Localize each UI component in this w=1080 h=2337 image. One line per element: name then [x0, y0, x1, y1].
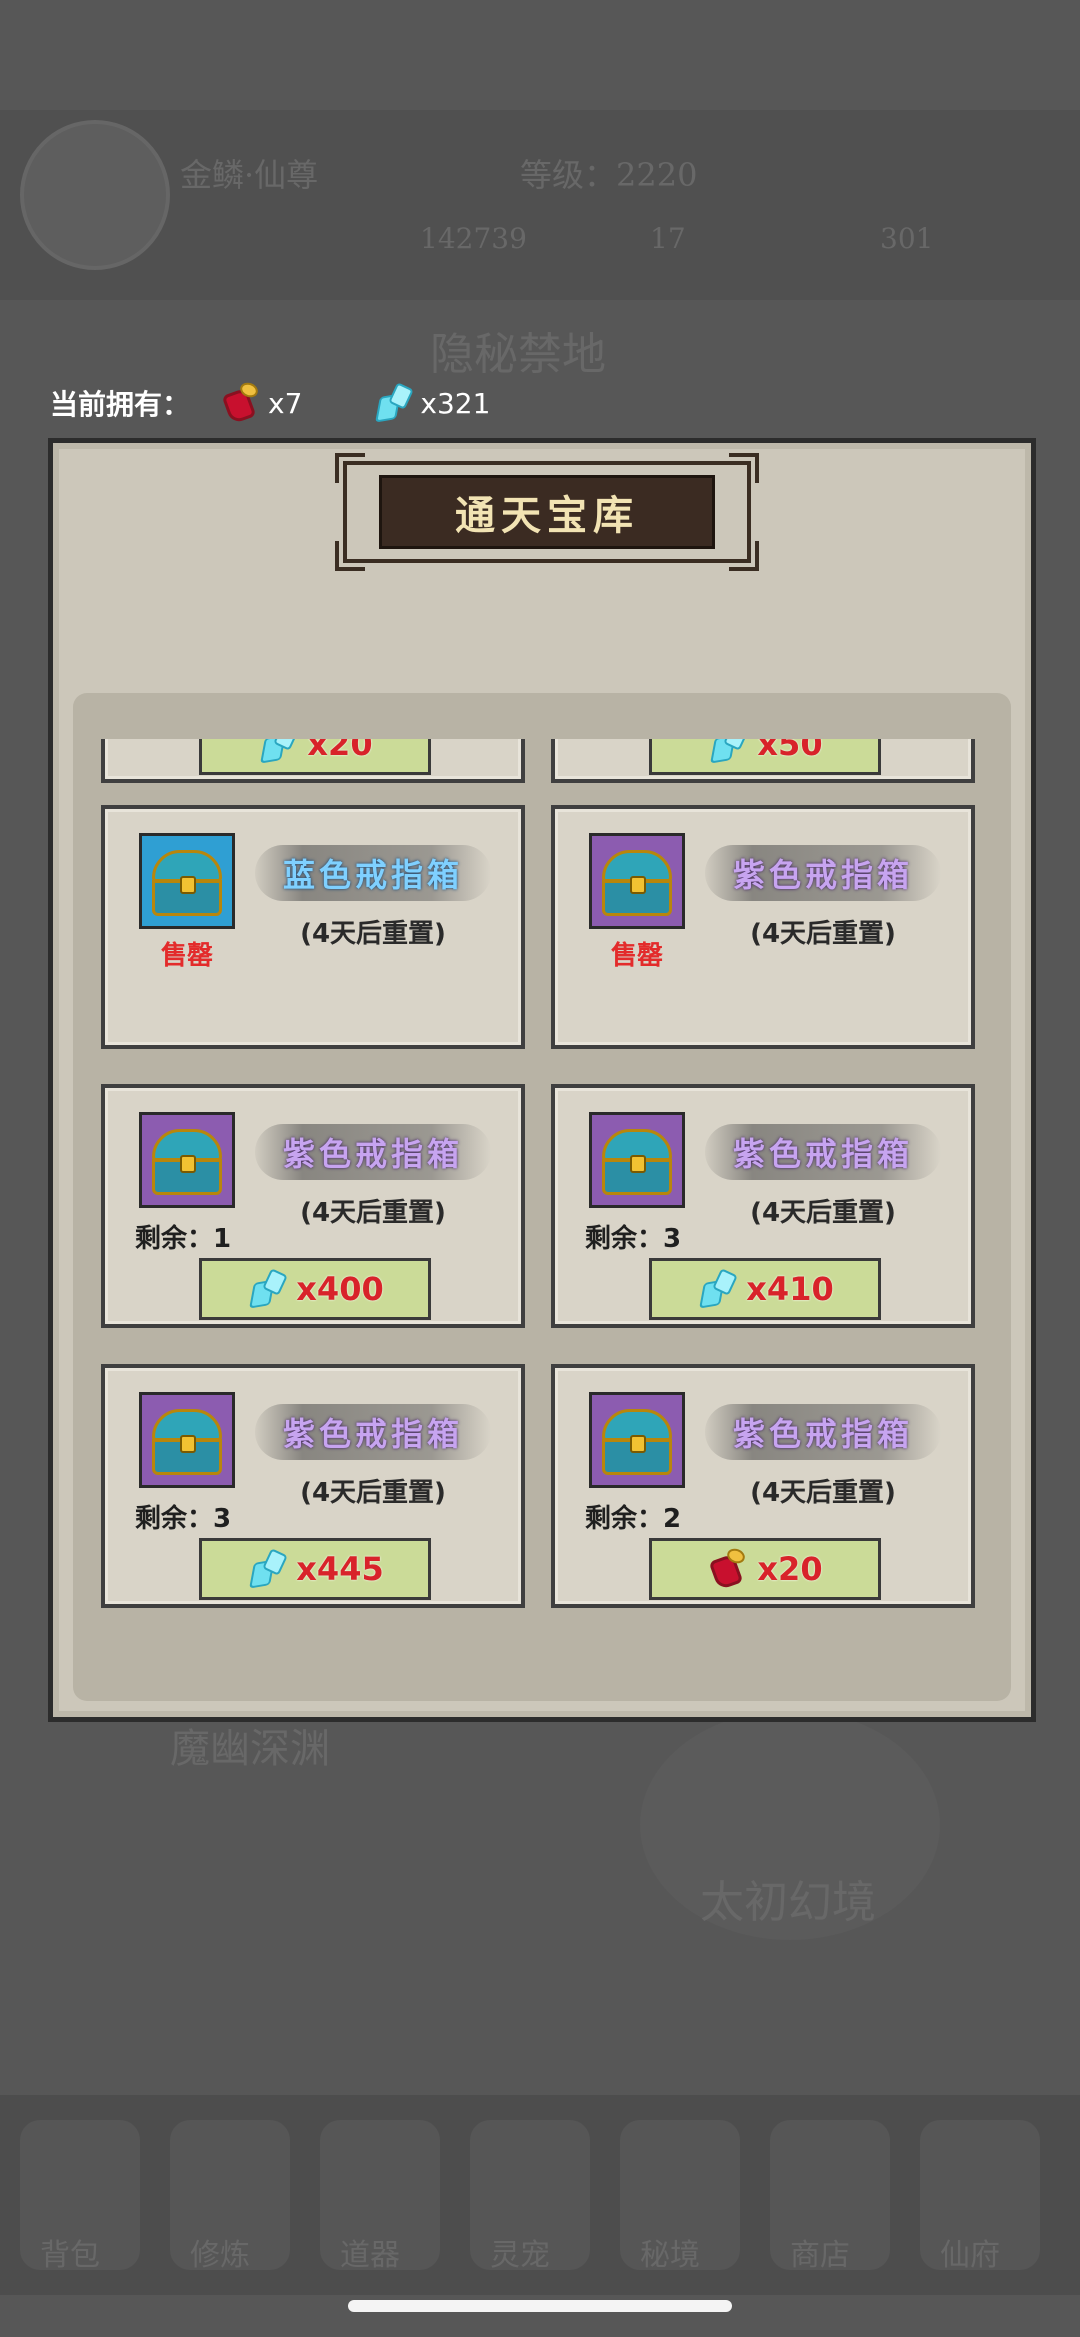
- item-name-band: 紫色戒指箱: [255, 1404, 491, 1460]
- shop-item-card[interactable]: 紫色戒指箱 (4天后重置) 剩余：1 x400: [101, 1084, 525, 1328]
- crystal-icon: [257, 739, 301, 766]
- crystal-icon: [246, 1547, 290, 1591]
- gem-amount: x321: [420, 386, 491, 420]
- owned-label: 当前拥有：: [50, 388, 191, 421]
- buy-button[interactable]: x400: [199, 1258, 431, 1320]
- shop-item-card: x20: [101, 739, 525, 783]
- bottom-tab-label: 秘境: [640, 2238, 700, 2273]
- remaining-count: 剩余：3: [585, 1224, 682, 1254]
- treasure-chest-icon: [589, 1392, 685, 1488]
- crystal-icon: [372, 381, 416, 425]
- home-indicator[interactable]: [348, 2300, 732, 2312]
- bottom-tab-label: 仙府: [940, 2238, 1000, 2273]
- crystal-icon: [707, 739, 751, 766]
- player-avatar: [20, 120, 170, 270]
- shop-list-viewport[interactable]: x20 x50 蓝色戒指箱 (4天后重置) 售罄 紫色戒指箱 (4天后重置) 售…: [73, 739, 1011, 1701]
- buy-button[interactable]: x445: [199, 1538, 431, 1600]
- price-value: x400: [296, 1270, 384, 1308]
- area-title: 隐秘禁地: [430, 329, 606, 380]
- crystal-icon: [696, 1267, 740, 1311]
- shop-item-card[interactable]: 紫色戒指箱 (4天后重置) 剩余：3 x445: [101, 1364, 525, 1608]
- stat-2: 17: [650, 222, 686, 255]
- owned-currencies: 当前拥有： x7 x321: [50, 378, 560, 428]
- item-name-band: 紫色戒指箱: [705, 1404, 941, 1460]
- ring-token-icon: [707, 1546, 751, 1591]
- gem-currency: x321: [372, 381, 490, 425]
- item-name: 紫色戒指箱: [282, 1415, 463, 1453]
- bottom-tab-label: 修炼: [190, 2238, 250, 2273]
- price-value: x50: [757, 739, 823, 763]
- item-name-band: 紫色戒指箱: [255, 1124, 491, 1180]
- reset-timer: (4天后重置): [300, 919, 446, 949]
- crystal-icon: [246, 1267, 290, 1311]
- sold-out-label: 售罄: [610, 941, 663, 971]
- price-value: x20: [307, 739, 373, 763]
- reset-timer: (4天后重置): [300, 1478, 446, 1508]
- bottom-tab-label: 商店: [790, 2238, 850, 2273]
- price-value: x410: [746, 1270, 834, 1308]
- reset-timer: (4天后重置): [750, 919, 896, 949]
- item-name-band: 紫色戒指箱: [705, 1124, 941, 1180]
- remaining-count: 剩余：3: [135, 1504, 232, 1534]
- buy-button[interactable]: x20: [649, 1538, 881, 1600]
- shop-item-card[interactable]: 紫色戒指箱 (4天后重置) 剩余：3 x410: [551, 1084, 975, 1328]
- shop-item-card[interactable]: 紫色戒指箱 (4天后重置) 售罄: [551, 805, 975, 1049]
- treasure-chest-icon: [589, 1112, 685, 1208]
- bottom-tab-label: 灵宠: [490, 2238, 550, 2273]
- player-level: 等级：2220: [520, 156, 698, 194]
- treasury-modal: 通天宝库 x20 x50 蓝色戒指箱 (4天后重置) 售罄 紫色戒指箱 (4天后…: [48, 438, 1036, 1722]
- stat-1: 142739: [420, 222, 527, 255]
- ring-token-icon: [220, 380, 264, 425]
- shop-item-card[interactable]: 蓝色戒指箱 (4天后重置) 售罄: [101, 805, 525, 1049]
- reset-timer: (4天后重置): [750, 1478, 896, 1508]
- buy-button[interactable]: x20: [199, 739, 431, 775]
- ring-currency: x7: [220, 380, 303, 425]
- treasure-chest-icon: [139, 1392, 235, 1488]
- bottom-tab-label: 背包: [40, 2238, 100, 2273]
- modal-title: 通天宝库: [455, 492, 639, 539]
- sold-out-label: 售罄: [160, 941, 213, 971]
- shop-list[interactable]: x20 x50 蓝色戒指箱 (4天后重置) 售罄 紫色戒指箱 (4天后重置) 售…: [73, 693, 1011, 1701]
- item-name: 紫色戒指箱: [732, 856, 913, 894]
- stat-3: 301: [880, 222, 934, 255]
- price-value: x20: [757, 1550, 823, 1588]
- item-name-band: 紫色戒指箱: [705, 845, 941, 901]
- bottom-tab-label: 道器: [340, 2238, 400, 2273]
- shop-item-card: x50: [551, 739, 975, 783]
- treasure-chest-icon: [139, 1112, 235, 1208]
- shop-item-card[interactable]: 紫色戒指箱 (4天后重置) 剩余：2 x20: [551, 1364, 975, 1608]
- reset-timer: (4天后重置): [300, 1198, 446, 1228]
- modal-title-plate: 通天宝库: [335, 453, 759, 571]
- item-name-band: 蓝色戒指箱: [255, 845, 491, 901]
- player-name: 金鳞·仙尊: [180, 156, 319, 194]
- item-name: 蓝色戒指箱: [282, 856, 463, 894]
- item-name: 紫色戒指箱: [732, 1415, 913, 1453]
- reset-timer: (4天后重置): [750, 1198, 896, 1228]
- treasure-chest-icon: [139, 833, 235, 929]
- ring-amount: x7: [268, 386, 303, 420]
- treasure-chest-icon: [589, 833, 685, 929]
- item-name: 紫色戒指箱: [282, 1135, 463, 1173]
- item-name: 紫色戒指箱: [732, 1135, 913, 1173]
- price-value: x445: [296, 1550, 384, 1588]
- zone-right-label: 太初幻境: [700, 1877, 876, 1928]
- buy-button[interactable]: x50: [649, 739, 881, 775]
- zone-left-label: 魔幽深渊: [170, 1726, 330, 1772]
- remaining-count: 剩余：2: [585, 1504, 682, 1534]
- buy-button[interactable]: x410: [649, 1258, 881, 1320]
- remaining-count: 剩余：1: [135, 1224, 232, 1254]
